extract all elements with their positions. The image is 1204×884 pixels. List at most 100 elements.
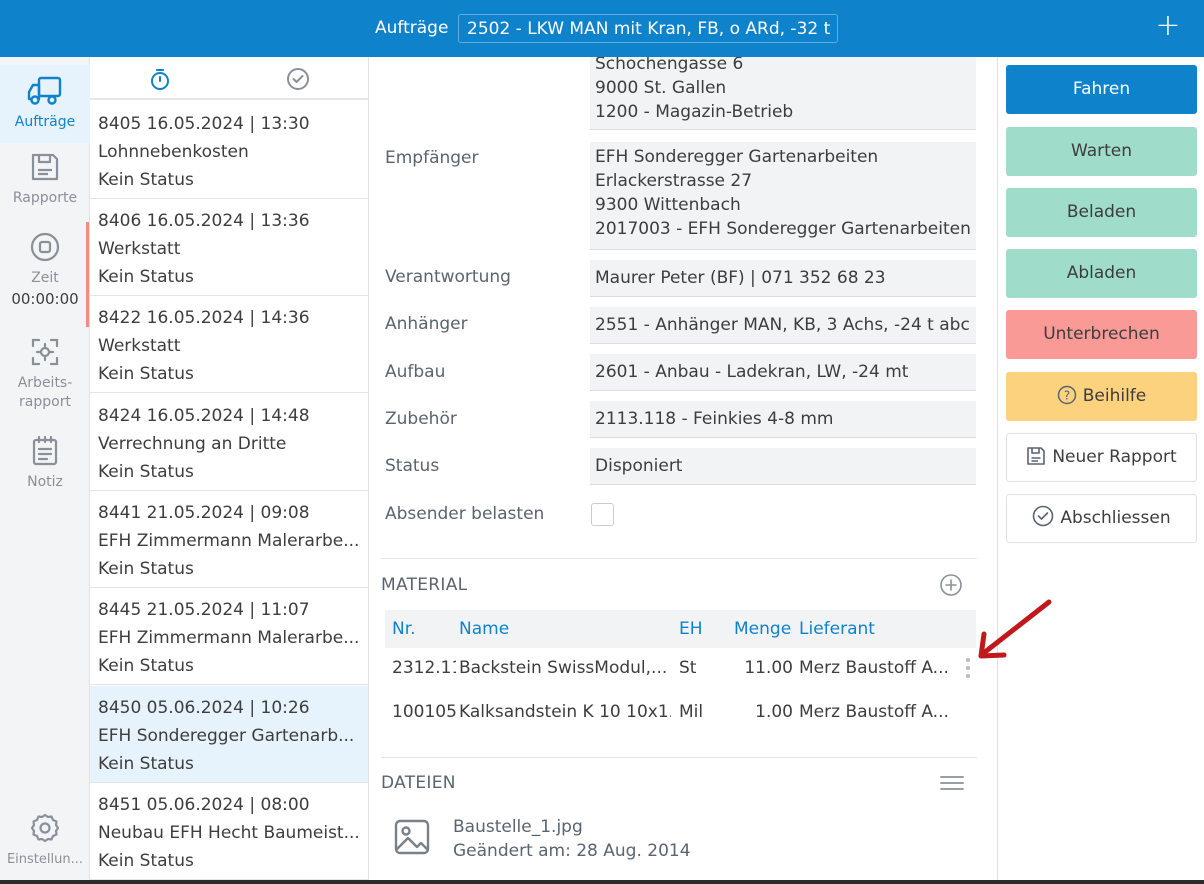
check-circle-icon[interactable] [286,67,310,91]
order-item-8422[interactable]: 8422 16.05.2024 | 14:36 Werkstatt Kein S… [90,296,368,393]
list-tabs [90,57,368,100]
order-status: Kein Status [98,754,194,774]
help-button[interactable]: ? Beihilfe [1006,372,1197,421]
load-button[interactable]: Beladen [1006,188,1197,237]
order-list: 8405 16.05.2024 | 13:30 Lohnnebenkosten … [90,57,369,882]
sender-line: Schochengasse 6 [595,57,744,74]
order-item-8451[interactable]: 8451 05.06.2024 | 08:00 Neubau EFH Hecht… [90,783,368,880]
col-nr: Nr. [392,619,416,639]
help-label: Beihilfe [1082,386,1147,406]
recipient-line: 9300 Wittenbach [595,195,741,215]
vehicle-select[interactable]: 2502 - LKW MAN mit Kran, FB, o ARd, -32 … [458,14,838,43]
field-label-status: Status [385,456,440,476]
sender-line: 1200 - Magazin-Betrieb [595,102,794,122]
material-name: Kalksandstein K 10 10x1... [459,702,671,722]
new-report-button[interactable]: Neuer Rapport [1006,433,1197,482]
order-title: EFH Sonderegger Gartenarb... [98,726,355,746]
order-status: Kein Status [98,559,194,579]
col-menge: Menge [734,619,792,639]
notepad-icon [32,435,58,466]
order-status: Kein Status [98,462,194,482]
header-title: Aufträge [375,18,449,38]
order-status: Kein Status [98,656,194,676]
charge-sender-checkbox[interactable] [591,503,614,526]
material-row[interactable]: 100105 Kalksandstein K 10 10x1... Mil 1.… [385,692,976,736]
material-row[interactable]: 2312.117 Backstein SwissModul,... St 11.… [385,648,976,692]
menu-icon[interactable] [940,775,964,791]
order-head: 8441 21.05.2024 | 09:08 [98,503,310,523]
material-title: MATERIAL [381,575,468,595]
order-title: EFH Zimmermann Malerarbe... [98,628,360,648]
order-title: Werkstatt [98,239,181,259]
plus-icon[interactable]: + [1154,11,1182,41]
order-title: Werkstatt [98,336,181,356]
nav-item-auftraege[interactable]: Aufträge [0,65,90,143]
nav-item-zeit[interactable]: Zeit 00:00:00 [0,231,90,323]
order-head: 8451 05.06.2024 | 08:00 [98,795,310,815]
order-item-8445[interactable]: 8445 21.05.2024 | 11:07 EFH Zimmermann M… [90,588,368,685]
divider [381,558,977,559]
material-eh: St [679,658,697,678]
recipient-line: 2017003 - EFH Sonderegger Gartenarbeiten [595,219,971,239]
order-status: Kein Status [98,170,194,190]
timer-icon[interactable] [148,67,172,91]
close-order-button[interactable]: Abschliessen [1006,494,1197,543]
field-value-status: Disponiert [590,448,976,485]
order-head: 8422 16.05.2024 | 14:36 [98,308,310,328]
nav-item-settings[interactable]: Einstellun... [0,812,90,878]
stop-circle-icon [30,232,60,262]
action-panel: Fahren Warten Beladen Abladen Unterbrech… [997,57,1204,882]
sender-line: 9000 St. Gallen [595,78,727,98]
nav-item-rapporte[interactable]: Rapporte [0,151,90,221]
order-status: Kein Status [98,267,194,287]
main-nav: Aufträge Rapporte Zeit 00:00:00 Arbeits-… [0,57,90,882]
file-name[interactable]: Baustelle_1.jpg [453,817,583,837]
field-label-verantwortung: Verantwortung [385,267,511,287]
material-menge: 11.00 [744,658,793,678]
order-title: Lohnnebenkosten [98,142,249,162]
field-value-anhaenger: 2551 - Anhänger MAN, KB, 3 Achs, -24 t a… [590,307,976,344]
wait-button[interactable]: Warten [1006,127,1197,176]
order-title: Neubau EFH Hecht Baumeist... [98,823,360,843]
material-nr: 100105 [392,702,456,722]
truck-icon [27,76,62,105]
order-item-8450[interactable]: 8450 05.06.2024 | 10:26 EFH Sonderegger … [90,686,368,783]
file-modified: Geändert am: 28 Aug. 2014 [453,841,691,861]
nav-label: Notiz [27,474,63,490]
unload-button[interactable]: Abladen [1006,249,1197,298]
row-more-icon[interactable] [965,657,971,679]
order-item-8424[interactable]: 8424 16.05.2024 | 14:48 Verrechnung an D… [90,394,368,491]
nav-item-notiz[interactable]: Notiz [0,435,90,499]
nav-label: Rapporte [12,190,78,206]
add-material-icon[interactable] [940,574,962,596]
order-title: EFH Zimmermann Malerarbe... [98,531,360,551]
material-lieferant: Merz Baustoff A... [799,702,949,722]
charge-sender-label: Absender belasten [385,504,545,524]
order-item-8405[interactable]: 8405 16.05.2024 | 13:30 Lohnnebenkosten … [90,102,368,199]
nav-label: Arbeits- [17,375,73,391]
recipient-label: Empfänger [385,148,479,168]
material-eh: Mil [679,702,704,722]
material-table-header: Nr. Name EH Menge Lieferant [385,610,976,648]
drive-button[interactable]: Fahren [1006,65,1197,114]
col-name: Name [459,619,510,639]
status-marker [86,222,89,327]
order-detail: Schochengasse 6 9000 St. Gallen 1200 - M… [369,57,997,882]
image-file-icon [393,817,431,857]
files-title: DATEIEN [381,773,456,793]
help-icon: ? [1057,385,1076,405]
new-report-label: Neuer Rapport [1052,447,1177,467]
order-item-8441[interactable]: 8441 21.05.2024 | 09:08 EFH Zimmermann M… [90,491,368,588]
material-menge: 1.00 [755,702,793,722]
gear-icon [30,813,60,843]
nav-label: Einstellun... [6,852,84,867]
order-head: 8450 05.06.2024 | 10:26 [98,698,310,718]
interrupt-button[interactable]: Unterbrechen [1006,310,1197,359]
check-circle-icon [1033,505,1054,527]
nav-item-arbeitsrapport[interactable]: Arbeits- rapport [0,336,90,420]
order-item-8406[interactable]: 8406 16.05.2024 | 13:36 Werkstatt Kein S… [90,199,368,296]
save-icon [31,153,59,181]
material-nr: 2312.117 [392,658,456,678]
field-label-aufbau: Aufbau [385,362,446,382]
col-eh: EH [679,619,703,639]
